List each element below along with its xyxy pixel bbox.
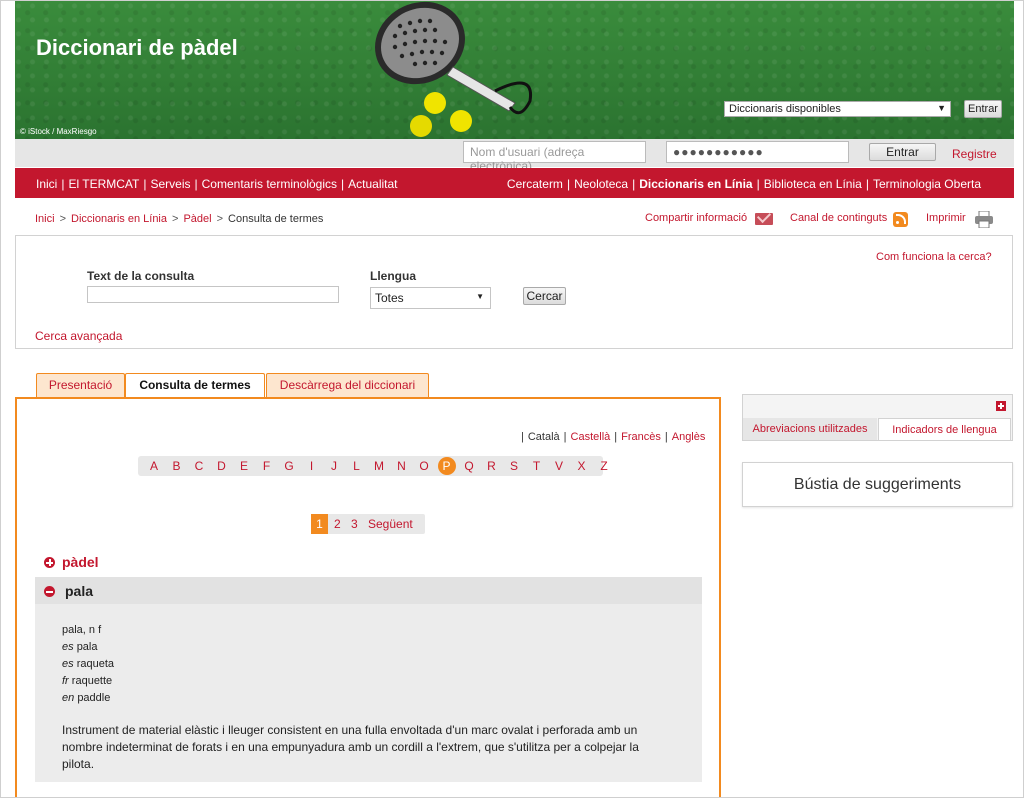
breadcrumb: Inici > Diccionaris en Línia > Pàdel > Consult… (35, 213, 324, 225)
search-panel: Com funciona la cerca? Text de la consul… (15, 235, 1013, 349)
term-entry-lines: pala, n f es pala es raqueta fr raquette… (62, 622, 114, 707)
tab-presentacio[interactable]: Presentació (36, 373, 125, 397)
translation-row: fr raquette (62, 675, 113, 687)
rss-icon[interactable] (893, 212, 908, 227)
breadcrumb-diccionaris[interactable]: Diccionaris en Línia (71, 213, 167, 225)
lang-angles[interactable]: Anglès (672, 431, 706, 443)
term-definition: Instrument de material elàstic i lleuger… (62, 723, 639, 771)
breadcrumb-inici[interactable]: Inici (35, 213, 55, 225)
dictionaries-select[interactable]: Diccionaris disponibles ▼ (724, 101, 951, 117)
term-title-row (35, 577, 702, 604)
term-pala[interactable]: pala (65, 583, 93, 599)
letter-r[interactable]: R (484, 459, 500, 473)
collapse-icon[interactable] (44, 586, 55, 597)
password-input[interactable]: ●●●●●●●●●●● (666, 141, 849, 163)
letter-d[interactable]: D (214, 459, 230, 473)
term-padel[interactable]: pàdel (62, 554, 99, 570)
language-select-value: Totes (375, 291, 404, 305)
padel-racket-image (375, 1, 533, 137)
letter-t[interactable]: T (529, 459, 545, 473)
print-link[interactable]: Imprimir (926, 212, 966, 224)
query-input[interactable] (87, 286, 339, 303)
breadcrumb-padel[interactable]: Pàdel (183, 213, 211, 225)
suggestions-box[interactable]: Bústia de suggeriments (742, 462, 1013, 507)
letter-s[interactable]: S (506, 459, 522, 473)
dictionaries-select-value: Diccionaris disponibles (729, 103, 841, 115)
letter-q[interactable]: Q (461, 459, 477, 473)
letter-f[interactable]: F (259, 459, 275, 473)
feed-link[interactable]: Canal de continguts (790, 212, 887, 224)
image-credit: © iStock / MaxRiesgo (20, 127, 97, 136)
entry-main: pala, n f (62, 624, 102, 636)
letter-x[interactable]: X (574, 459, 590, 473)
letter-z[interactable]: Z (596, 459, 612, 473)
language-label: Llengua (370, 269, 417, 283)
language-select[interactable]: Totes ▼ (370, 287, 491, 309)
nav-item-comentaris[interactable]: Comentaris terminològics (202, 177, 337, 191)
share-link[interactable]: Compartir informació (645, 212, 747, 224)
register-link[interactable]: Registre (952, 147, 997, 161)
term-entry-box: pala pala, n f es pala es raqueta fr raq… (35, 577, 702, 782)
letter-m[interactable]: M (371, 459, 387, 473)
translation-row: en paddle (62, 692, 111, 704)
breadcrumb-current: Consulta de termes (228, 213, 324, 225)
letter-c[interactable]: C (191, 459, 207, 473)
letter-e[interactable]: E (236, 459, 252, 473)
main-nav: Inici | El TERMCAT | Serveis | Comentaris term… (15, 168, 1014, 198)
letter-o[interactable]: O (416, 459, 432, 473)
site-title: Diccionari de pàdel (36, 35, 238, 60)
tab-abreviacions[interactable]: Abreviacions utilitzades (743, 418, 877, 440)
tab-descarrega[interactable]: Descàrrega del diccionari (266, 373, 429, 397)
letter-b[interactable]: B (169, 459, 185, 473)
pagination: 1 2 3 Següent (311, 514, 425, 534)
search-button[interactable]: Cercar (523, 287, 566, 305)
tab-consulta[interactable]: Consulta de termes (125, 373, 265, 399)
username-input[interactable]: Nom d'usuari (adreça electrònica) (463, 141, 646, 173)
next-page-link[interactable]: Següent (368, 517, 413, 531)
tab-indicadors[interactable]: Indicadors de llengua (878, 418, 1011, 440)
mail-icon[interactable] (755, 213, 773, 225)
printer-icon[interactable] (975, 211, 993, 228)
page-link-2[interactable]: 2 (334, 517, 341, 531)
dictionaries-enter-button[interactable]: Entrar (964, 100, 1002, 118)
alphabet-index: ABCDEFGIJLMNOPQRSTVXZ (138, 456, 608, 476)
search-help-link[interactable]: Com funciona la cerca? (876, 251, 992, 263)
letter-l[interactable]: L (349, 459, 365, 473)
letter-g[interactable]: G (281, 459, 297, 473)
nav-item-inici[interactable]: Inici (36, 177, 57, 191)
translation-row: es raqueta (62, 658, 114, 670)
expand-icon[interactable] (44, 557, 55, 568)
page-link-3[interactable]: 3 (351, 517, 358, 531)
nav-item-actualitat[interactable]: Actualitat (348, 177, 397, 191)
letter-p[interactable]: P (437, 457, 456, 475)
nav-item-serveis[interactable]: Serveis (151, 177, 191, 191)
language-links: | Català | Castellà | Francès | Anglès (521, 431, 706, 443)
letter-a[interactable]: A (146, 459, 162, 473)
page-frame: Diccionari de pàdel © iStock / MaxRiesgo… (0, 0, 1024, 798)
advanced-search-link[interactable]: Cerca avançada (35, 329, 122, 343)
chevron-down-icon: ▼ (476, 292, 484, 301)
page-current: 1 (311, 514, 328, 534)
nav-item-terminologia[interactable]: Terminologia Oberta (873, 177, 981, 191)
nav-item-termcat[interactable]: El TERMCAT (68, 177, 139, 191)
nav-item-diccionaris[interactable]: Diccionaris en Línia (639, 177, 752, 191)
letter-n[interactable]: N (394, 459, 410, 473)
translation-row: es pala (62, 641, 98, 653)
letter-i[interactable]: I (304, 459, 320, 473)
nav-item-neoloteca[interactable]: Neoloteca (574, 177, 628, 191)
query-label: Text de la consulta (87, 269, 195, 283)
chevron-down-icon: ▼ (937, 103, 946, 113)
expand-icon[interactable] (996, 401, 1006, 411)
nav-item-cercaterm[interactable]: Cercaterm (507, 177, 563, 191)
letter-v[interactable]: V (551, 459, 567, 473)
lang-frances[interactable]: Francès (621, 431, 661, 443)
header-banner: Diccionari de pàdel © iStock / MaxRiesgo… (15, 1, 1014, 139)
nav-item-biblioteca[interactable]: Biblioteca en Línia (764, 177, 862, 191)
letter-j[interactable]: J (326, 459, 342, 473)
lang-catala: Català (527, 431, 560, 443)
lang-castella[interactable]: Castellà (571, 431, 611, 443)
login-button[interactable]: Entrar (869, 143, 936, 161)
login-bar: Nom d'usuari (adreça electrònica) ●●●●●●… (15, 139, 1014, 173)
